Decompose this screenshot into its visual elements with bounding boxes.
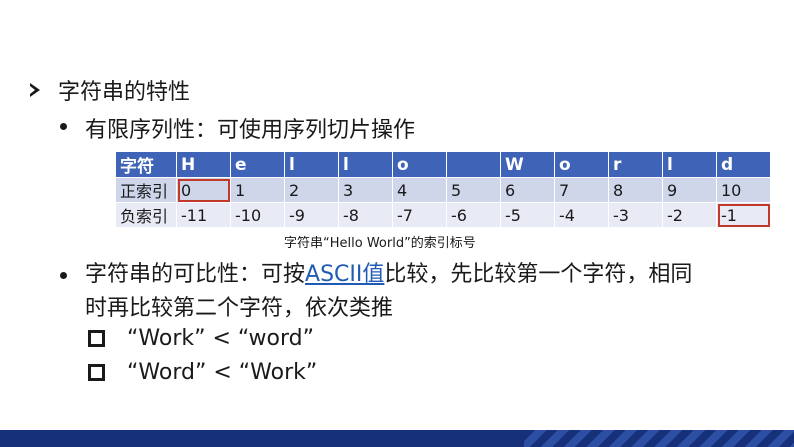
table-cell [446,151,501,178]
square-bullet-icon [88,330,105,347]
comparison-example: “Word” < “Work” [88,360,317,385]
table-cell: l [662,151,717,178]
table-cell: 4 [392,177,447,203]
table-cell: -3 [608,202,663,228]
ascii-link[interactable]: ASCII值 [305,262,384,287]
bullet-comparable: 字符串的可比性：可按ASCII值比较，先比较第一个字符，相同 时再比较第二个字符… [60,258,692,326]
bullet-comparable-line2: 时再比较第二个字符，依次类推 [85,296,394,321]
dot-bullet-icon [60,272,67,279]
table-cell: e [230,151,285,178]
table-cell: -4 [554,202,609,228]
bullet-sequence-text: 有限序列性：可使用序列切片操作 [85,118,416,143]
table-cell: -7 [392,202,447,228]
table-cell: d [716,151,771,178]
bullet-comparable-line1: 字符串的可比性：可按ASCII值比较，先比较第一个字符，相同 [85,258,692,292]
dot-bullet-icon [60,123,67,130]
table-cell: o [554,151,609,178]
table-cell: 10 [716,177,771,203]
comparison-example: “Work” < “word” [88,326,314,351]
table-cell: 正索引 [115,177,177,203]
table-cell: 负索引 [115,202,177,228]
table-cell: 1 [230,177,285,203]
table-row-negative: 负索引 -11 -10 -9 -8 -7 -6 -5 -4 -3 -2 -1 [115,202,771,228]
table-cell: 2 [284,177,339,203]
table-cell: 5 [446,177,501,203]
heading-text: 字符串的特性 [58,80,191,105]
table-row-positive: 正索引 0 1 2 3 4 5 6 7 8 9 10 [115,177,771,203]
table-cell: o [392,151,447,178]
bullet-sequence: 有限序列性：可使用序列切片操作 [60,112,415,144]
table-cell: -5 [500,202,555,228]
table-cell: -9 [284,202,339,228]
table-cell: -2 [662,202,717,228]
highlighted-cell: 0 [176,177,231,203]
index-table: 字符 H e l l o W o r l d 正索引 0 1 2 3 4 5 6… [115,151,771,228]
table-cell: 字符 [115,151,177,178]
text-before-link: 字符串的可比性：可按 [85,262,306,287]
table-cell: 8 [608,177,663,203]
table-cell: 6 [500,177,555,203]
table-cell: l [338,151,393,178]
table-cell: r [608,151,663,178]
comparison-text: “Work” < “word” [127,326,315,351]
table-cell: 9 [662,177,717,203]
table-cell: -6 [446,202,501,228]
square-bullet-icon [88,364,105,381]
section-heading: 字符串的特性 [30,74,190,106]
footer-stripe-decoration [524,430,794,447]
table-cell: l [284,151,339,178]
highlighted-cell: -1 [716,202,771,228]
table-cell: -11 [176,202,231,228]
table-cell: H [176,151,231,178]
bullet-comparable-body: 字符串的可比性：可按ASCII值比较，先比较第一个字符，相同 时再比较第二个字符… [85,258,692,326]
table-cell: 3 [338,177,393,203]
arrow-bullet-icon [30,83,40,97]
comparison-text: “Word” < “Work” [127,360,318,385]
table-row-chars: 字符 H e l l o W o r l d [115,151,771,178]
text-after-link: 比较，先比较第一个字符，相同 [384,262,693,287]
table-caption: 字符串“Hello World”的索引标号 [284,236,476,251]
table-cell: -10 [230,202,285,228]
table-cell: W [500,151,555,178]
table-cell: -8 [338,202,393,228]
table-cell: 7 [554,177,609,203]
